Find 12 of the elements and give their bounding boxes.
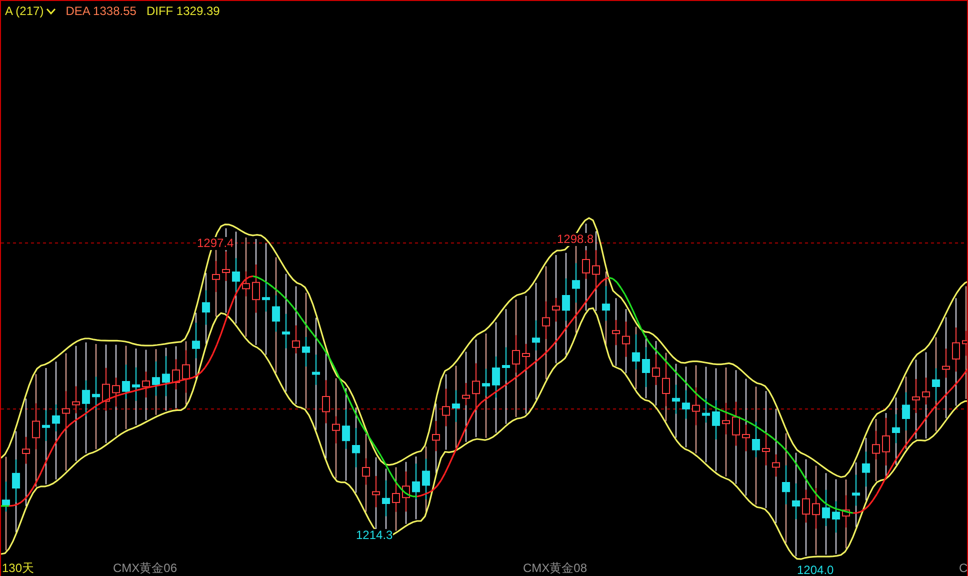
low-price-label: 1214.3 xyxy=(356,529,393,542)
high-price-label: 1298.8 xyxy=(557,233,594,246)
indicator-label[interactable]: A (217) xyxy=(5,4,44,18)
diff-value: DIFF 1329.39 xyxy=(146,4,220,18)
contract-label: CMX黄金06 xyxy=(113,562,178,575)
contract-label: CMX黄金08 xyxy=(523,562,588,575)
low-price-label: 1204.0 xyxy=(797,564,834,576)
contract-label: C xyxy=(959,562,967,575)
period-label: 130天 xyxy=(2,561,34,575)
dea-value: DEA 1338.55 xyxy=(66,4,136,18)
high-price-label: 1297.4 xyxy=(197,237,234,250)
chevron-down-icon[interactable] xyxy=(46,8,56,14)
